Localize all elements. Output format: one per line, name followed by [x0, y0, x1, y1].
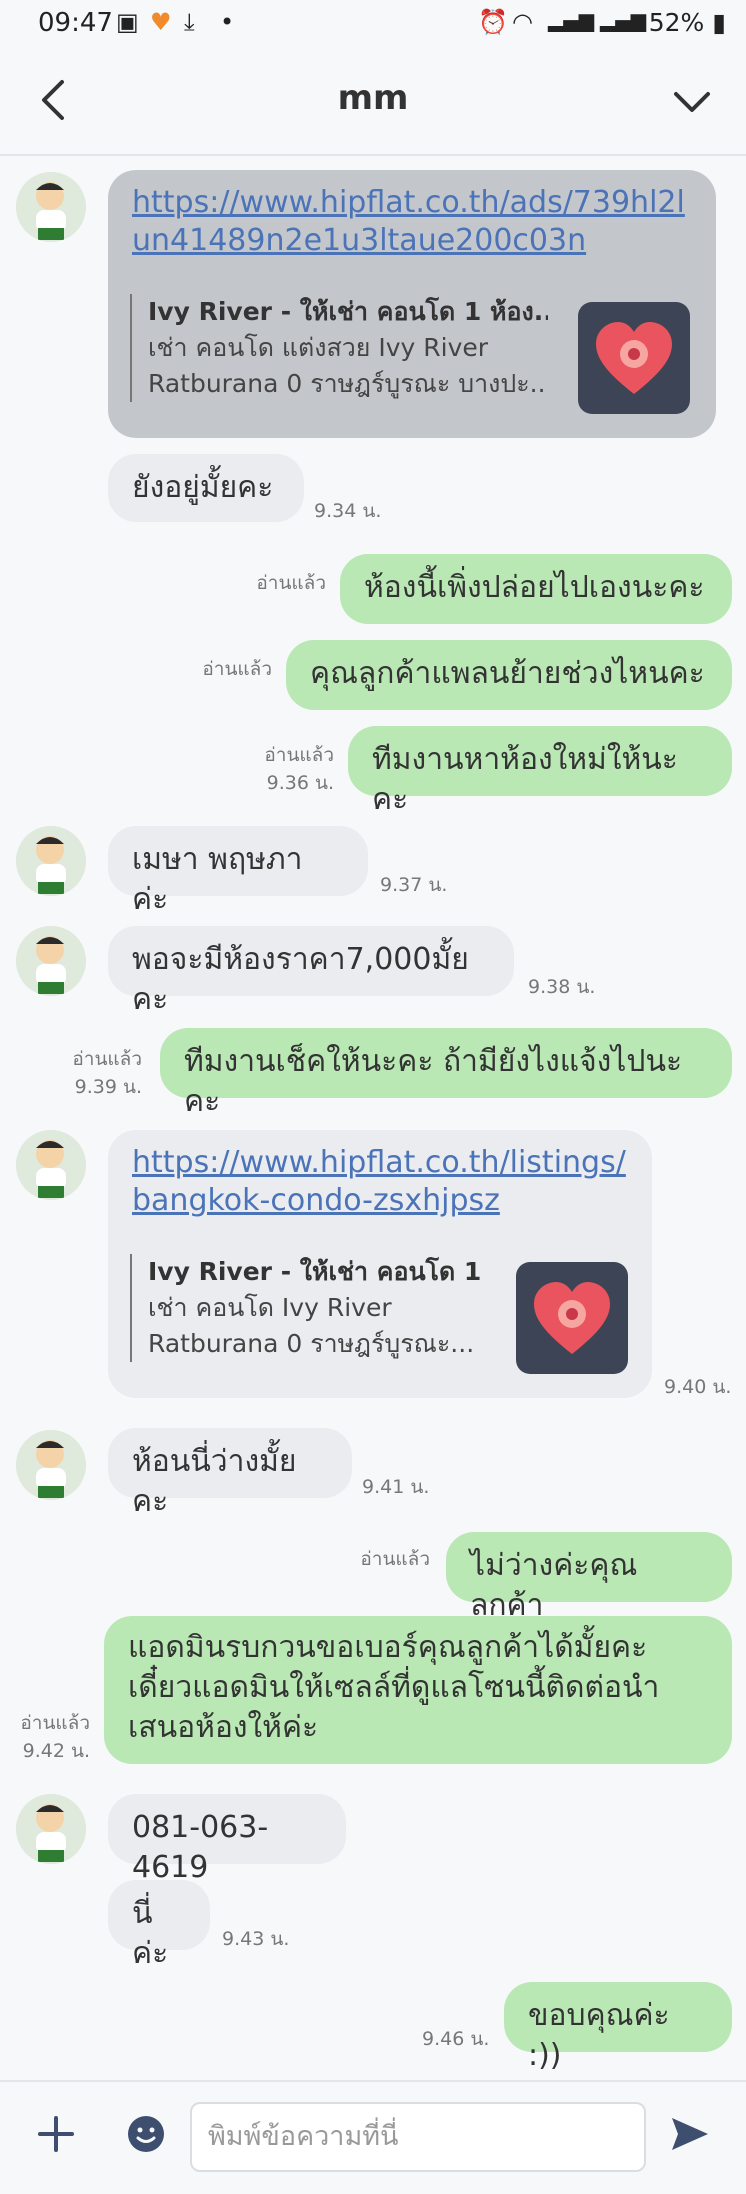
outgoing-message: ไม่ว่างค่ะคุณลูกค้า: [446, 1532, 732, 1623]
hipflat-logo-thumbnail: [516, 1262, 628, 1374]
message-input[interactable]: พิมพ์ข้อความที่นี่: [190, 2102, 646, 2172]
link-preview-desc: เช่า คอนโด แต่งสวย Ivy River: [148, 333, 489, 362]
incoming-message: 081-063-4619: [108, 1794, 346, 1885]
message-time: 9.38 น.: [528, 976, 596, 998]
message-time: 9.39 น.: [74, 1076, 142, 1098]
outgoing-message: ทีมงานเช็คให้นะคะ ถ้ามียังไงแจ้งไปนะคะ: [160, 1028, 732, 1119]
signal-lte-icon: ▂▄▆: [600, 8, 647, 32]
link-preview-card[interactable]: https://www.hipflat.co.th/listings/bangk…: [108, 1130, 652, 1398]
incoming-message: ยังอยู่มั้ยคะ: [108, 454, 304, 522]
incoming-message: พอจะมีห้องราคา7,000มั้ยคะ: [108, 926, 514, 1017]
avatar[interactable]: [16, 1430, 86, 1500]
link-preview-card[interactable]: https://www.hipflat.co.th/ads/739hl2lun4…: [108, 170, 716, 438]
avatar[interactable]: [16, 1130, 86, 1200]
message-line: เสนอห้องให้ค่ะ: [128, 1710, 319, 1745]
link-preview-text: Ivy River - ให้เช่า คอนโด 1... เช่า คอนโ…: [130, 1254, 482, 1362]
chevron-down-icon[interactable]: [672, 84, 712, 120]
plus-icon[interactable]: [36, 2114, 76, 2154]
wifi-icon: ◠: [512, 8, 533, 36]
link-url[interactable]: https://www.hipflat.co.th/ads/739hl2lun4…: [132, 184, 702, 260]
chat-header: mm: [0, 50, 746, 156]
hipflat-logo-thumbnail: [578, 302, 690, 414]
chat-title: mm: [337, 78, 409, 118]
avatar[interactable]: [16, 1794, 86, 1864]
incoming-message: นี่ค่ะ: [108, 1880, 210, 1971]
status-bar: 09:47 ▣ ♥ ⤓ • ⏰ ◠ ▂▄▆ ▂▄▆ 52% ▮: [0, 0, 746, 50]
link-preview-title: Ivy River - ให้เช่า คอนโด 1 ห้อง...: [148, 297, 548, 326]
read-receipt: อ่านแล้ว: [202, 658, 272, 680]
battery-indicator: 52% ▮: [648, 8, 726, 37]
link-preview-title: Ivy River - ให้เช่า คอนโด 1...: [148, 1257, 482, 1286]
signal-icon: ▂▄▆: [548, 8, 595, 32]
download-icon: ⤓: [184, 8, 195, 36]
message-line: แอดมินรบกวนขอเบอร์คุณลูกค้าได้มั้ยคะ: [128, 1630, 648, 1665]
incoming-message: ห้อนนี่ว่างมั้ยคะ: [108, 1428, 352, 1519]
app-notification-icon: ♥: [150, 8, 172, 36]
gallery-icon: ▣: [116, 8, 139, 36]
outgoing-message: ทีมงานหาห้องใหม่ให้นะคะ: [348, 726, 732, 817]
alarm-icon: ⏰: [478, 8, 508, 36]
message-time: 9.34 น.: [314, 500, 382, 522]
link-preview-desc: Ratburana 0 ราษฎร์บูรณะ...: [148, 1329, 475, 1358]
message-time: 9.42 น.: [22, 1740, 90, 1762]
link-preview-desc: Ratburana 0 ราษฎร์บูรณะ บางปะ...: [148, 369, 548, 398]
send-icon[interactable]: [668, 2114, 712, 2154]
message-composer: พิมพ์ข้อความที่นี่: [0, 2080, 746, 2194]
read-receipt: อ่านแล้ว: [360, 1548, 430, 1570]
message-line: เดี๋ยวแอดมินให้เซลล์ที่ดูแลโซนนี้ติดต่อน…: [128, 1670, 660, 1705]
outgoing-message: แอดมินรบกวนขอเบอร์คุณลูกค้าได้มั้ยคะ เดี…: [104, 1616, 732, 1764]
read-receipt: อ่านแล้ว: [20, 1712, 90, 1734]
incoming-message: เมษา พฤษภา ค่ะ: [108, 826, 368, 917]
message-time: 9.40 น.: [664, 1376, 732, 1398]
message-time: 9.37 น.: [380, 874, 448, 896]
outgoing-message: ห้องนี้เพิ่งปล่อยไปเองนะคะ: [340, 554, 732, 624]
read-receipt: อ่านแล้ว: [264, 744, 334, 766]
outgoing-message: ขอบคุณค่ะ :)): [504, 1982, 732, 2073]
avatar[interactable]: [16, 172, 86, 242]
status-time: 09:47: [38, 8, 113, 38]
emoji-icon[interactable]: [126, 2114, 166, 2154]
more-notifications-icon: •: [220, 8, 235, 36]
avatar[interactable]: [16, 926, 86, 996]
message-time: 9.43 น.: [222, 1928, 290, 1950]
link-url[interactable]: https://www.hipflat.co.th/listings/bangk…: [132, 1144, 632, 1220]
message-time: 9.36 น.: [266, 772, 334, 794]
avatar[interactable]: [16, 826, 86, 896]
message-time: 9.46 น.: [422, 2028, 490, 2050]
link-preview-text: Ivy River - ให้เช่า คอนโด 1 ห้อง... เช่า…: [130, 294, 548, 402]
read-receipt: อ่านแล้ว: [256, 572, 326, 594]
link-preview-desc: เช่า คอนโด Ivy River: [148, 1293, 392, 1322]
outgoing-message: คุณลูกค้าแพลนย้ายช่วงไหนคะ: [286, 640, 732, 710]
message-time: 9.41 น.: [362, 1476, 430, 1498]
read-receipt: อ่านแล้ว: [72, 1048, 142, 1070]
